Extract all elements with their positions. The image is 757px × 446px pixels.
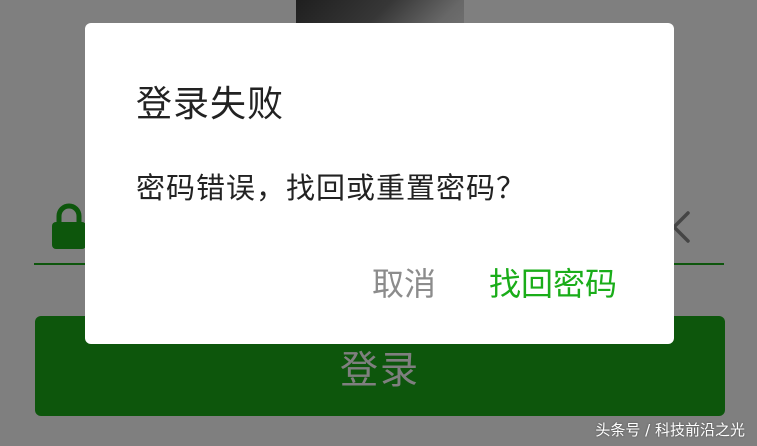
login-failed-dialog: 登录失败 密码错误，找回或重置密码？ 取消 找回密码 <box>85 23 674 344</box>
cancel-button[interactable]: 取消 <box>372 259 436 305</box>
dialog-title: 登录失败 <box>136 84 285 125</box>
watermark: 头条号 / 科技前沿之光 <box>595 421 745 439</box>
recover-password-button[interactable]: 找回密码 <box>489 259 617 305</box>
dialog-message: 密码错误，找回或重置密码？ <box>136 171 527 205</box>
